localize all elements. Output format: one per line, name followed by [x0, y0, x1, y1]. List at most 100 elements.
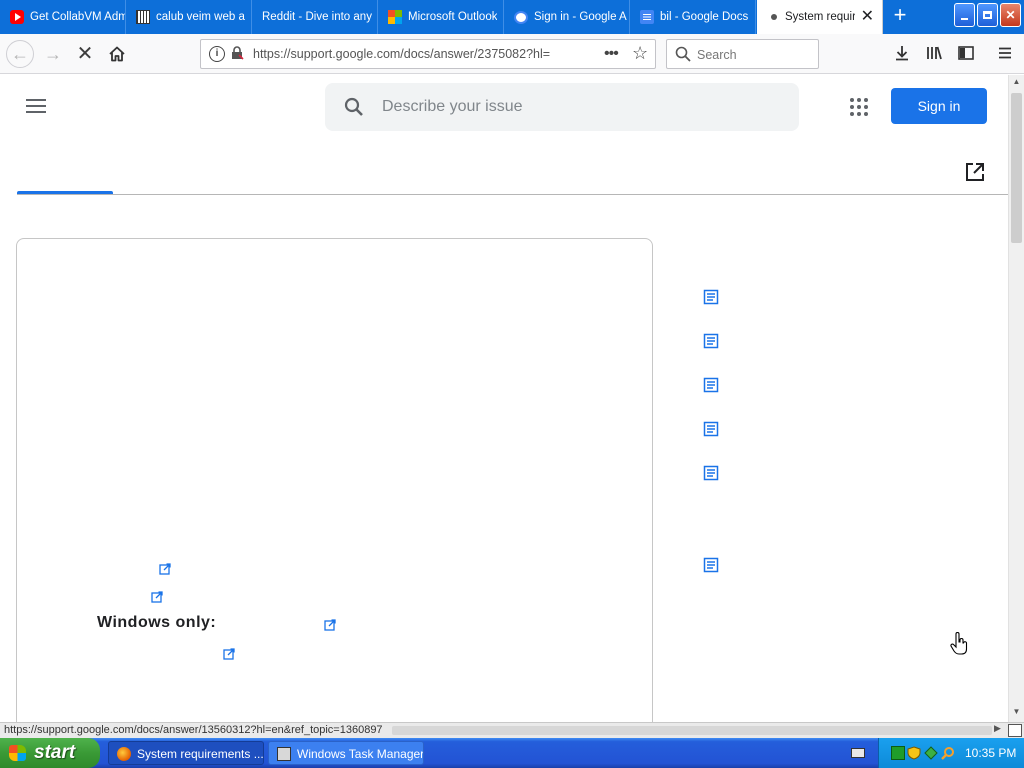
bookmark-star-icon[interactable]: ☆ [632, 43, 648, 64]
tab-title: Reddit - Dive into any [262, 11, 372, 23]
scroll-up-arrow-icon[interactable]: ▲ [1011, 77, 1022, 86]
tab-title: bil - Google Docs [660, 11, 749, 23]
page-content: Sign in Windows only: [0, 75, 1008, 722]
info-icon[interactable]: i [209, 46, 225, 62]
forward-arrow-icon: → [44, 44, 62, 64]
grid-favicon-icon [136, 10, 150, 24]
sign-in-button[interactable]: Sign in [891, 88, 987, 124]
keyboard-icon[interactable] [851, 748, 865, 758]
open-in-new-window-icon[interactable] [964, 161, 986, 183]
external-link-icon[interactable] [151, 591, 163, 603]
taskbar-item-firefox[interactable]: System requirements ... [108, 741, 264, 765]
taskbar-item-task-manager[interactable]: Windows Task Manager [268, 741, 424, 765]
update-icon[interactable] [924, 746, 938, 760]
url-text[interactable]: https://support.google.com/docs/answer/2… [253, 47, 578, 61]
article-doc-icon[interactable] [703, 289, 719, 305]
article-doc-icon[interactable] [703, 557, 719, 573]
external-link-icon[interactable] [159, 563, 171, 575]
article-doc-icon[interactable] [703, 333, 719, 349]
article-doc-icon[interactable] [703, 465, 719, 481]
main-menu-button[interactable] [26, 99, 46, 113]
network-icon[interactable] [891, 746, 905, 760]
status-bar: https://support.google.com/docs/answer/1… [0, 722, 1024, 738]
back-button[interactable]: ← [6, 40, 34, 68]
youtube-icon [10, 10, 24, 24]
sidebar-toggle-button[interactable] [955, 42, 977, 64]
home-button[interactable] [103, 40, 131, 68]
horizontal-scrollbar-thumb[interactable] [392, 726, 992, 735]
forward-button[interactable]: → [39, 40, 67, 68]
tab-google-docs[interactable]: bil - Google Docs [630, 0, 756, 34]
browser-tab-strip: Get CollabVM Adm calub veim web a Reddit… [0, 0, 1024, 34]
tab-title: calub veim web a [156, 11, 245, 23]
tab-title: Microsoft Outlook [408, 11, 498, 23]
taskbar-item-label: Windows Task Manager [297, 747, 424, 761]
google-icon [514, 10, 528, 24]
tab-outlook[interactable]: Microsoft Outlook [378, 0, 504, 34]
loading-icon [771, 14, 777, 20]
docs-icon [640, 10, 654, 24]
status-link-url: https://support.google.com/docs/answer/1… [4, 724, 383, 736]
url-bar[interactable]: i https://support.google.com/docs/answer… [200, 39, 656, 69]
restore-window-button[interactable] [977, 3, 998, 27]
microsoft-icon [388, 10, 402, 24]
close-icon: ✕ [1005, 8, 1016, 22]
search-tray-icon[interactable] [941, 746, 955, 760]
hamburger-menu-icon [999, 47, 1011, 59]
start-label: start [34, 742, 76, 763]
back-arrow-icon: ← [11, 44, 29, 64]
minimize-window-button[interactable] [954, 3, 975, 27]
home-icon [109, 46, 125, 62]
browser-search-bar[interactable]: Search [666, 39, 819, 69]
tab-collabvm[interactable]: Get CollabVM Adm [0, 0, 126, 34]
library-button[interactable] [923, 42, 945, 64]
search-icon [675, 46, 691, 62]
vertical-scrollbar-thumb[interactable] [1011, 93, 1022, 243]
open-menu-button[interactable] [994, 42, 1016, 64]
start-button[interactable]: start [0, 738, 100, 768]
windows-taskbar: start System requirements ... Windows Ta… [0, 738, 1024, 768]
restore-icon [983, 11, 992, 19]
tab-system-requirements[interactable]: System requir ✕ [757, 0, 883, 34]
help-search-input[interactable] [382, 83, 782, 131]
vertical-scrollbar[interactable]: ▲ ▼ [1008, 75, 1024, 722]
lock-warning-icon[interactable] [230, 46, 246, 62]
windows-logo-icon [9, 745, 26, 761]
scroll-right-arrow-icon[interactable]: ▶ [994, 723, 1001, 734]
sidebar-icon [958, 46, 974, 60]
page-actions-more-icon[interactable]: ••• [604, 45, 619, 63]
article-doc-icon[interactable] [703, 377, 719, 393]
download-icon [896, 46, 908, 61]
task-manager-icon [277, 747, 291, 761]
header-divider [17, 194, 1008, 195]
tab-google-signin[interactable]: Sign in - Google A [504, 0, 630, 34]
tab-title: System requir [785, 11, 855, 23]
downloads-button[interactable] [891, 42, 913, 64]
help-search-box[interactable] [325, 83, 799, 131]
close-window-button[interactable]: ✕ [1000, 3, 1021, 27]
tab-title: Sign in - Google A [534, 11, 627, 23]
search-icon[interactable] [343, 96, 365, 118]
tab-title: Get CollabVM Adm [30, 11, 125, 23]
stop-button[interactable]: ✕ [71, 40, 99, 68]
firefox-icon [117, 747, 131, 761]
stop-icon: ✕ [76, 43, 94, 65]
scroll-down-arrow-icon[interactable]: ▼ [1011, 707, 1022, 716]
external-link-icon[interactable] [223, 648, 235, 660]
new-tab-button[interactable]: + [888, 4, 912, 28]
google-apps-icon[interactable] [850, 98, 868, 116]
windows-only-label: Windows only: [97, 614, 217, 631]
article-doc-icon[interactable] [703, 421, 719, 437]
tab-calub[interactable]: calub veim web a [126, 0, 252, 34]
hand-cursor-icon [950, 632, 968, 655]
close-tab-icon[interactable]: ✕ [861, 9, 874, 25]
minimize-icon [961, 18, 968, 20]
resize-corner [1008, 724, 1022, 737]
hamburger-line [26, 105, 46, 107]
external-link-icon[interactable] [324, 619, 336, 631]
hamburger-line [26, 111, 46, 113]
taskbar-item-label: System requirements ... [137, 747, 264, 761]
tab-reddit[interactable]: Reddit - Dive into any [252, 0, 378, 34]
security-shield-icon[interactable] [907, 746, 921, 760]
library-icon [927, 46, 942, 60]
